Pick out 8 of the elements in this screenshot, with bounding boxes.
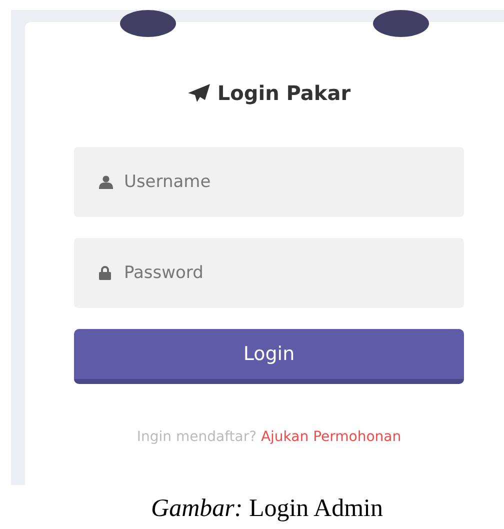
paper-plane-icon [187, 83, 212, 103]
password-field[interactable]: Password [74, 238, 464, 308]
card-title: Login Pakar [217, 81, 351, 105]
register-link[interactable]: Ajukan Permohonan [260, 429, 402, 445]
username-field[interactable]: Username [74, 147, 464, 217]
login-button[interactable]: Login [74, 329, 464, 384]
register-prompt: Ingin mendaftar? [136, 429, 257, 445]
figure-caption: Gambar: Login Admin [150, 495, 384, 523]
